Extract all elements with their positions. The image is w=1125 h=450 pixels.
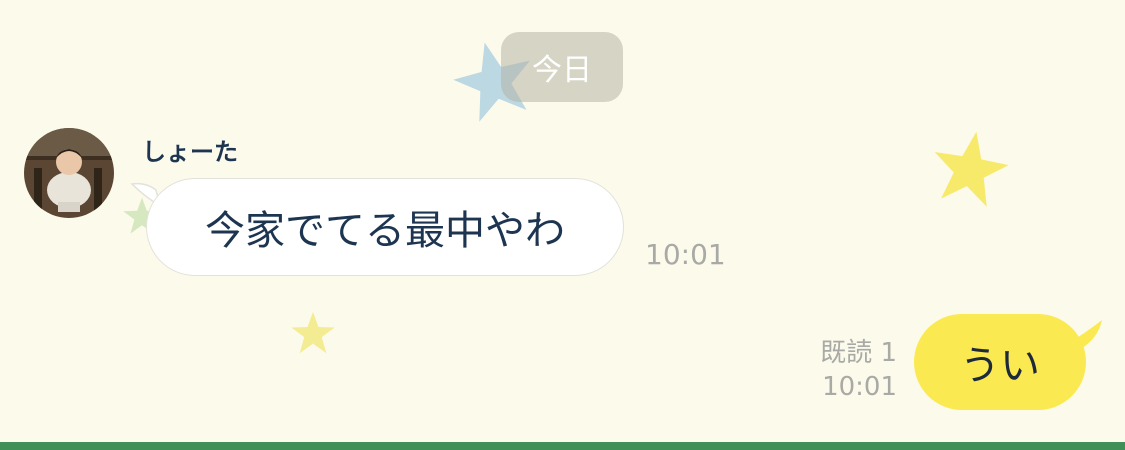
date-separator: 今日 bbox=[501, 32, 623, 102]
sender-name: しょーた bbox=[142, 138, 238, 166]
avatar-photo bbox=[24, 128, 114, 218]
incoming-message-bubble[interactable]: 今家でてる最中やわ bbox=[146, 178, 624, 276]
star-icon bbox=[934, 131, 1009, 207]
incoming-message-time: 10:01 bbox=[645, 238, 726, 271]
chat-area[interactable]: 今日 しょーた 今家でてる最中やわ 10:01 既読 1 10:01 うい bbox=[0, 0, 1125, 450]
read-receipt: 既読 1 10:01 bbox=[820, 336, 897, 404]
bottom-bar bbox=[0, 442, 1125, 450]
read-receipt-label: 既読 1 bbox=[820, 338, 897, 368]
incoming-message-text: 今家でてる最中やわ bbox=[205, 208, 565, 254]
star-icon bbox=[291, 311, 335, 354]
date-separator-label: 今日 bbox=[532, 53, 592, 88]
outgoing-message-text: うい bbox=[960, 343, 1040, 389]
outgoing-message-time: 10:01 bbox=[822, 372, 897, 402]
avatar[interactable] bbox=[24, 128, 114, 218]
outgoing-message-bubble[interactable]: うい bbox=[914, 314, 1086, 410]
